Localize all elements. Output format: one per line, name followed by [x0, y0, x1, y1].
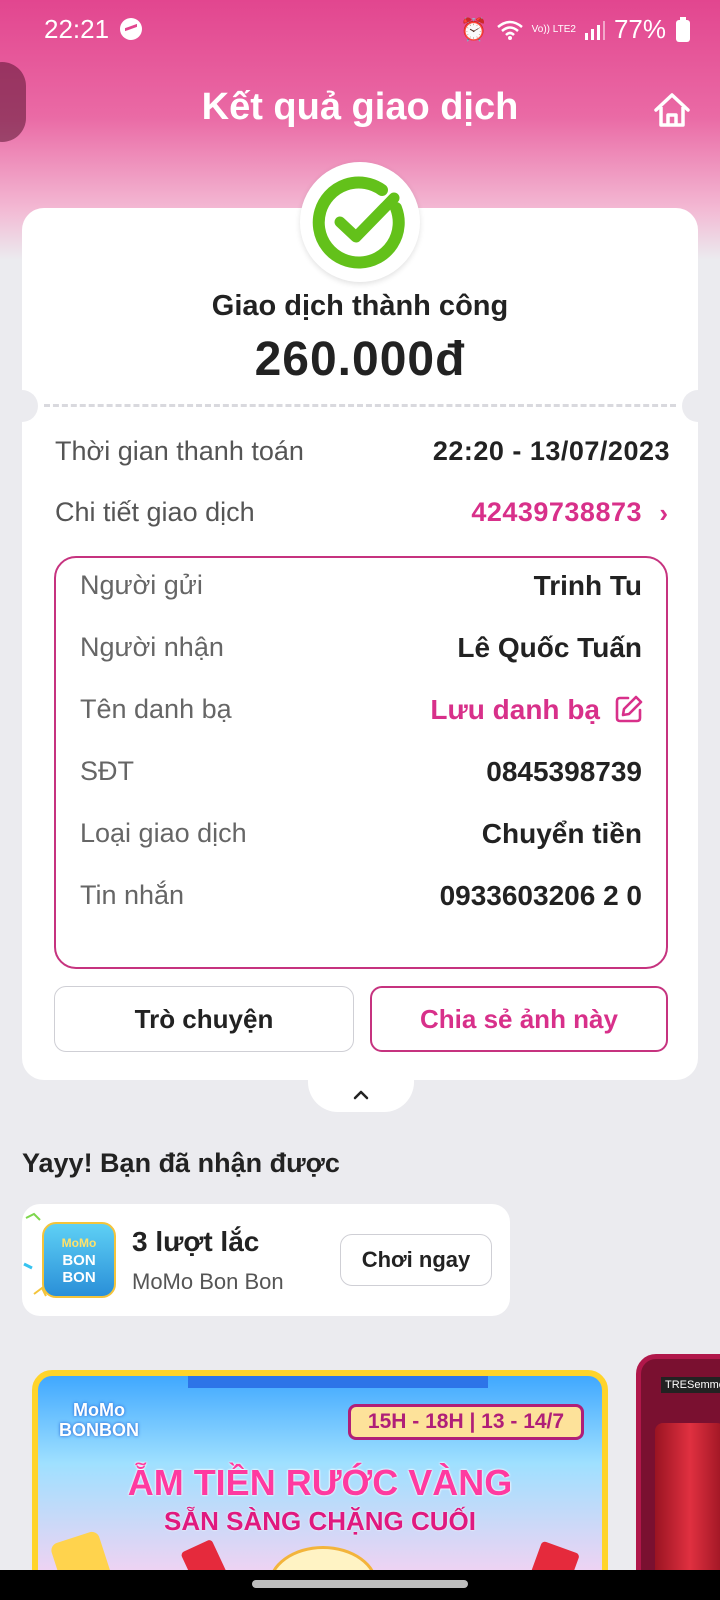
chat-button[interactable]: Trò chuyện: [54, 986, 354, 1052]
ticket-notch-left: [6, 390, 38, 422]
battery-icon: [676, 17, 690, 42]
share-image-button[interactable]: Chia sẻ ảnh này: [370, 986, 668, 1052]
dashed-divider: [44, 404, 676, 407]
transaction-type-label: Loại giao dịch: [80, 818, 247, 848]
transaction-type-value: Chuyển tiền: [481, 818, 642, 849]
chevron-right-icon[interactable]: ›: [659, 498, 668, 529]
transaction-id-link[interactable]: 42439738873: [471, 497, 642, 528]
check-circle-icon: [312, 176, 405, 269]
transaction-status: Giao dịch thành công: [211, 290, 509, 322]
promo-banner[interactable]: MoMo BONBON 15H - 18H | 13 - 14/7 ẴM TIỀ…: [32, 1370, 608, 1600]
logo-text-mid: BON: [62, 1251, 96, 1269]
promo-banner-2[interactable]: TRESemmé: [636, 1354, 720, 1600]
reward-card[interactable]: MoMo BON BON 3 lượt lắc MoMo Bon Bon Chơ…: [22, 1204, 510, 1316]
signal-icon: [584, 20, 605, 40]
success-badge: [300, 162, 420, 282]
pay-time-label: Thời gian thanh toán: [55, 436, 304, 466]
transaction-details-box: Người gửi Trinh Tu Người nhận Lê Quốc Tu…: [54, 556, 668, 969]
banner-logo: MoMo BONBON: [59, 1400, 139, 1440]
edit-icon[interactable]: [614, 694, 644, 724]
network-label: Vo)) LTE2: [531, 24, 576, 35]
play-now-button[interactable]: Chơi ngay: [340, 1234, 492, 1286]
messenger-icon: [120, 18, 142, 40]
sender-value: Trinh Tu: [533, 570, 642, 601]
transaction-amount: 260.000đ: [254, 333, 466, 386]
save-contact-link[interactable]: Lưu danh bạ: [430, 694, 600, 726]
battery-percent: 77%: [613, 14, 666, 44]
status-bar: 22:21 ⏰ Vo)) LTE2 77%: [0, 0, 720, 58]
sender-label: Người gửi: [80, 570, 203, 600]
contact-name-label: Tên danh bạ: [80, 694, 232, 724]
alarm-icon: ⏰: [460, 16, 488, 42]
banner-top-strip: [188, 1376, 488, 1388]
reward-count: 3 lượt lắc: [132, 1226, 260, 1257]
banner-subheadline: SẴN SÀNG CHẶNG CUỐI: [163, 1506, 476, 1536]
banner2-brand: TRESemmé: [661, 1377, 720, 1393]
phone-value: 0845398739: [486, 756, 642, 787]
receiver-value: Lê Quốc Tuấn: [457, 632, 642, 663]
home-icon[interactable]: [650, 88, 694, 132]
logo-text-bottom: BON: [62, 1268, 96, 1286]
ticket-notch-right: [682, 390, 714, 422]
transaction-detail-label: Chi tiết giao dịch: [55, 497, 255, 527]
home-gesture-pill[interactable]: [252, 1580, 468, 1588]
chevron-up-icon: [353, 1090, 369, 1100]
message-value: 0933603206 2 0: [439, 880, 642, 911]
reward-section-title: Yayy! Bạn đã nhận được: [22, 1148, 340, 1178]
message-label: Tin nhắn: [80, 880, 185, 910]
wifi-icon: [496, 20, 523, 40]
banner-date-badge: 15H - 18H | 13 - 14/7: [348, 1404, 584, 1440]
collapse-toggle[interactable]: [308, 1078, 414, 1112]
reward-game-name: MoMo Bon Bon: [132, 1269, 284, 1294]
system-nav-bar: [0, 1570, 720, 1600]
receiver-label: Người nhận: [80, 632, 224, 662]
page-title: Kết quả giao dịch: [201, 86, 519, 128]
phone-label: SĐT: [80, 756, 134, 786]
logo-text-top: MoMo: [61, 1235, 97, 1250]
bonbon-game-logo: MoMo BON BON: [42, 1222, 116, 1298]
status-time: 22:21: [44, 14, 110, 44]
pay-time-value: 22:20 - 13/07/2023: [432, 436, 670, 466]
banner-headline: ẴM TIỀN RƯỚC VÀNG: [127, 1462, 513, 1503]
